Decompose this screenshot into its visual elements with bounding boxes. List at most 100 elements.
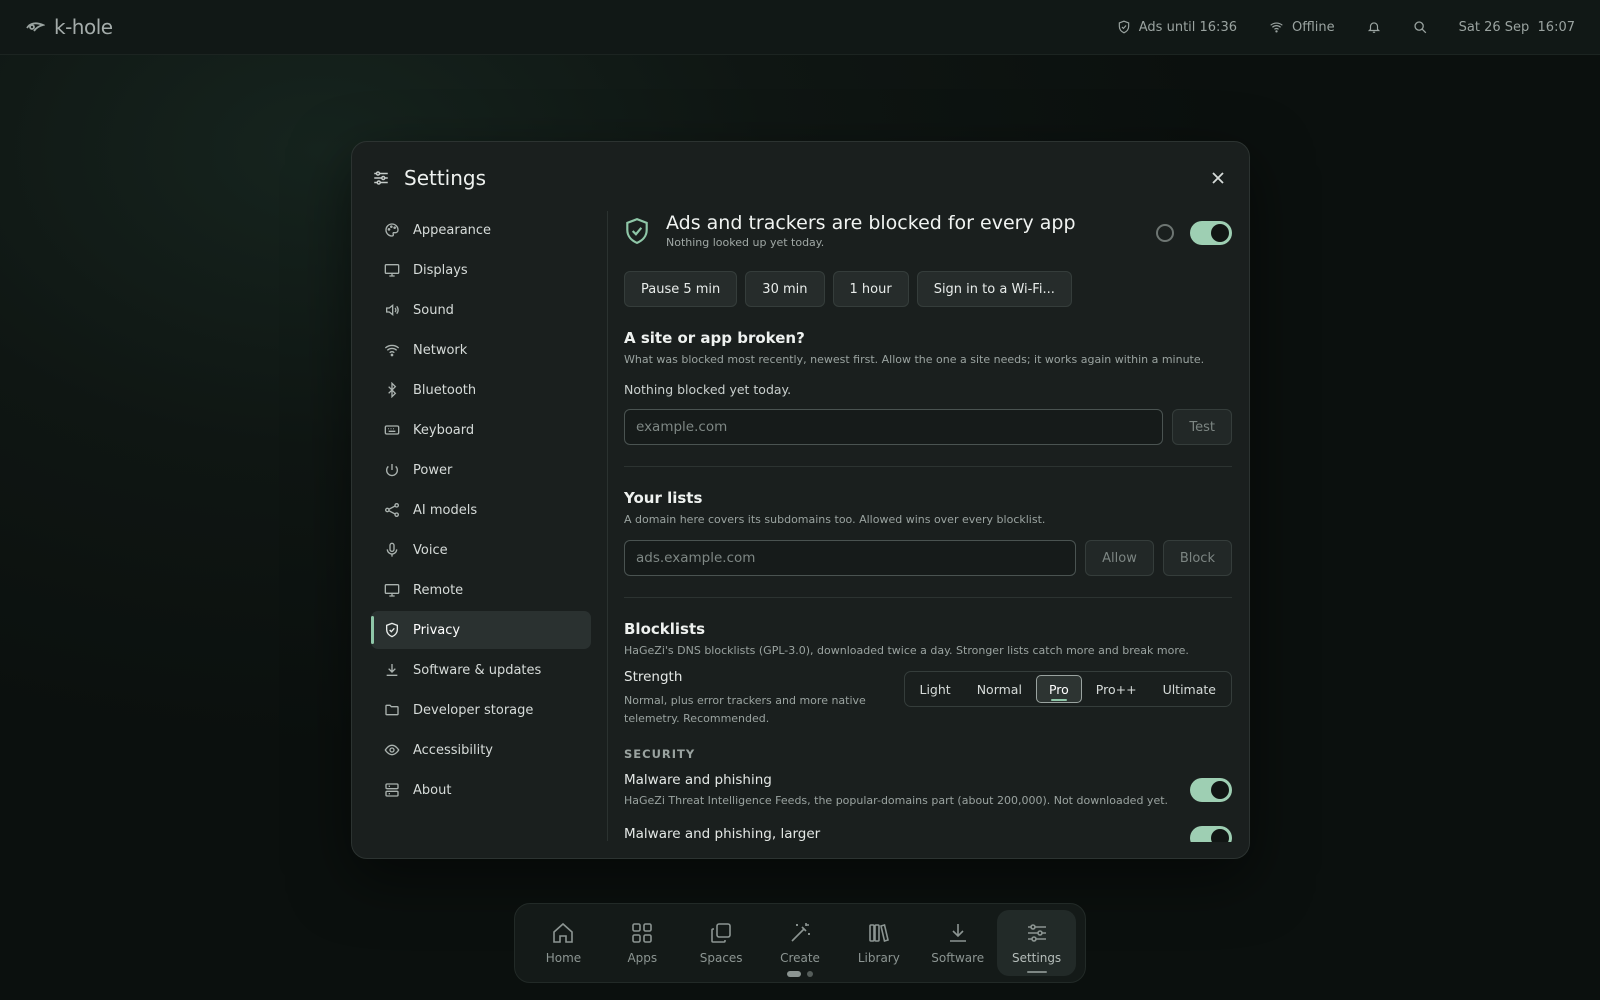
brand[interactable]: k-hole (25, 15, 113, 39)
test-button[interactable]: Test (1172, 409, 1232, 445)
close-button[interactable] (1209, 169, 1227, 187)
section-divider (624, 466, 1232, 467)
grid-icon (630, 921, 654, 945)
malware-phishing-toggle[interactable] (1190, 777, 1232, 802)
block-button[interactable]: Block (1162, 540, 1232, 576)
search-icon[interactable] (1413, 20, 1427, 34)
download-icon (946, 921, 970, 945)
sidebar-item-network[interactable]: Network (371, 331, 591, 369)
strength-selector: Light Normal Pro Pro++ Ultimate (903, 671, 1232, 707)
dock-item-label: Create (780, 951, 820, 965)
dock-item-label: Apps (627, 951, 658, 965)
pause-buttons: Pause 5 min 30 min 1 hour Sign in to a W… (624, 271, 1232, 307)
sidebar-item-label: Accessibility (413, 742, 493, 758)
malware-phishing-larger-toggle[interactable] (1190, 826, 1232, 842)
shield-check-icon (1117, 20, 1131, 34)
microphone-icon (384, 542, 400, 558)
ads-status-text: Ads until 16:36 (1138, 19, 1237, 35)
sidebar-item-keyboard[interactable]: Keyboard (371, 411, 591, 449)
sidebar-item-remote[interactable]: Remote (371, 571, 591, 609)
pause-1-hour-button[interactable]: 1 hour (832, 271, 909, 307)
dock-item-apps[interactable]: Apps (603, 910, 682, 976)
sidebar-item-developer-storage[interactable]: Developer storage (371, 691, 591, 729)
blocking-status-subtitle: Nothing looked up yet today. (666, 236, 825, 249)
strength-option-ultimate[interactable]: Ultimate (1151, 675, 1228, 703)
sidebar-item-label: Voice (413, 542, 448, 558)
bluetooth-icon (384, 382, 400, 398)
dock-item-label: Settings (1011, 951, 1062, 965)
strength-option-normal[interactable]: Normal (965, 675, 1034, 703)
sidebar-item-bluetooth[interactable]: Bluetooth (371, 371, 591, 409)
clock[interactable]: Sat 26 Sep 16:07 (1459, 20, 1575, 35)
download-icon (384, 662, 400, 678)
top-bar: k-hole Ads until 16:36 Offline Sat 26 Se… (0, 0, 1600, 55)
settings-dialog: Settings Appearance Displays Sound Netwo… (351, 141, 1250, 859)
brand-name: k-hole (54, 15, 113, 39)
strength-option-pro-plus-plus[interactable]: Pro++ (1084, 675, 1149, 703)
blocking-toggle[interactable] (1190, 221, 1232, 245)
dock-item-software[interactable]: Software (918, 910, 997, 976)
pager-dot-active[interactable] (787, 971, 801, 977)
sidebar-item-sound[interactable]: Sound (371, 291, 591, 329)
wifi-icon (384, 342, 400, 358)
strength-label: Strength (624, 669, 683, 685)
sidebar-item-label: Bluetooth (413, 382, 477, 398)
copy-icon (709, 921, 733, 945)
allow-button[interactable]: Allow (1085, 540, 1154, 576)
sidebar-item-label: Power (413, 462, 453, 478)
books-icon (867, 921, 891, 945)
strength-option-pro[interactable]: Pro (1035, 675, 1082, 703)
sidebar-item-appearance[interactable]: Appearance (371, 211, 591, 249)
dock-item-library[interactable]: Library (839, 910, 918, 976)
sidebar-item-power[interactable]: Power (371, 451, 591, 489)
test-domain-input[interactable] (624, 409, 1164, 445)
dock-item-label: Software (931, 951, 985, 965)
network-status-text: Offline (1291, 19, 1335, 35)
dock-item-settings[interactable]: Settings (997, 910, 1077, 976)
keyboard-icon (384, 422, 400, 438)
broken-site-description: What was blocked most recently, newest f… (624, 353, 1205, 366)
sidebar-item-software-updates[interactable]: Software & updates (371, 651, 591, 689)
sidebar-item-displays[interactable]: Displays (371, 251, 591, 289)
dock-item-spaces[interactable]: Spaces (682, 910, 761, 976)
palette-icon (384, 222, 400, 238)
sidebar-item-accessibility[interactable]: Accessibility (371, 731, 591, 769)
security-heading: SECURITY (624, 747, 696, 761)
close-icon (1212, 172, 1224, 184)
sidebar-item-label: Network (413, 342, 468, 358)
monitor-icon (384, 582, 400, 598)
privacy-panel: Ads and trackers are blocked for every a… (624, 207, 1232, 842)
domain-list-input[interactable] (624, 540, 1077, 576)
strength-option-light[interactable]: Light (908, 675, 963, 703)
wifi-sign-in-button[interactable]: Sign in to a Wi-Fi... (916, 271, 1072, 307)
network-status[interactable]: Offline (1269, 20, 1335, 35)
dock-item-create[interactable]: Create (761, 910, 840, 976)
strength-description-line-1: Normal, plus error trackers and more nat… (624, 694, 866, 707)
sidebar-item-label: About (413, 782, 452, 798)
loading-spinner (1156, 224, 1174, 242)
blocking-status: Ads and trackers are blocked for every a… (624, 207, 1232, 257)
sidebar-item-about[interactable]: About (371, 771, 591, 809)
share-nodes-icon (384, 502, 400, 518)
strength-description-line-2: telemetry. Recommended. (624, 712, 770, 725)
dock-item-home[interactable]: Home (524, 910, 603, 976)
your-lists-heading: Your lists (624, 489, 703, 507)
bell-icon[interactable] (1367, 20, 1381, 34)
sidebar-item-ai-models[interactable]: AI models (371, 491, 591, 529)
sidebar-item-privacy[interactable]: Privacy (371, 611, 591, 649)
blocklists-heading: Blocklists (624, 620, 706, 638)
shield-check-icon (624, 217, 650, 245)
sidebar-item-label: Keyboard (413, 422, 475, 438)
power-icon (384, 462, 400, 478)
pause-5-min-button[interactable]: Pause 5 min (624, 271, 738, 307)
pause-30-min-button[interactable]: 30 min (745, 271, 825, 307)
dock-item-label: Spaces (699, 951, 743, 965)
shield-check-icon (384, 622, 400, 638)
malware-phishing-description: HaGeZi Threat Intelligence Feeds, the po… (624, 794, 1169, 807)
pager-dot[interactable] (807, 971, 813, 977)
wifi-icon (1269, 20, 1284, 34)
home-icon (551, 921, 575, 945)
broken-site-heading: A site or app broken? (624, 329, 805, 347)
ads-status[interactable]: Ads until 16:36 (1117, 20, 1237, 35)
sidebar-item-voice[interactable]: Voice (371, 531, 591, 569)
